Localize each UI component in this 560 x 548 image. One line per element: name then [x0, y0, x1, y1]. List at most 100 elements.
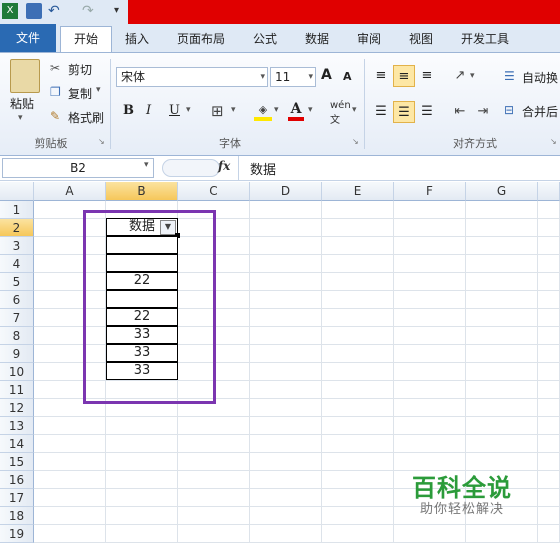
grid-cell[interactable]: [322, 381, 394, 399]
row-header-13[interactable]: 13: [0, 417, 34, 435]
tab-file[interactable]: 文件: [0, 24, 56, 52]
grid-cell[interactable]: [466, 201, 538, 219]
tab-developer[interactable]: 开发工具: [452, 28, 518, 50]
tab-home[interactable]: 开始: [60, 26, 112, 53]
grid-cell[interactable]: [538, 255, 560, 273]
grid-cell[interactable]: [538, 471, 560, 489]
formula-input[interactable]: 数据: [250, 159, 276, 178]
row-header-1[interactable]: 1: [0, 201, 34, 219]
grid-cell[interactable]: [466, 219, 538, 237]
grid-cell[interactable]: [178, 507, 250, 525]
grid-cell[interactable]: [466, 273, 538, 291]
fill-color-icon[interactable]: ◈: [254, 103, 272, 121]
grid-cell[interactable]: [394, 273, 466, 291]
grid-cell[interactable]: [178, 435, 250, 453]
grid-cell[interactable]: [394, 291, 466, 309]
fill-dropdown-icon[interactable]: ▾: [274, 105, 279, 115]
grid-cell[interactable]: [34, 471, 106, 489]
name-box[interactable]: B2: [2, 158, 154, 178]
font-color-dropdown-icon[interactable]: ▾: [308, 105, 313, 115]
row-header-3[interactable]: 3: [0, 237, 34, 255]
wrap-text-button[interactable]: 自动换: [522, 69, 558, 86]
grid-cell[interactable]: [250, 399, 322, 417]
copy-button[interactable]: 复制: [68, 85, 92, 102]
font-launcher-icon[interactable]: ↘: [352, 137, 359, 146]
grid-cell[interactable]: [250, 525, 322, 543]
chevron-down-icon[interactable]: ▾: [308, 68, 313, 86]
row-header-14[interactable]: 14: [0, 435, 34, 453]
grid-cell[interactable]: [322, 453, 394, 471]
grid-cell[interactable]: [322, 309, 394, 327]
grid-cell[interactable]: [538, 219, 560, 237]
grid-cell[interactable]: [538, 309, 560, 327]
grid-cell[interactable]: [250, 417, 322, 435]
grid-cell[interactable]: [322, 507, 394, 525]
grid-cell[interactable]: [538, 399, 560, 417]
row-header-17[interactable]: 17: [0, 489, 34, 507]
grid-cell[interactable]: [322, 525, 394, 543]
grid-cell[interactable]: [178, 453, 250, 471]
grid-cell[interactable]: [538, 525, 560, 543]
grid-cell[interactable]: [538, 489, 560, 507]
grid-cell[interactable]: [322, 489, 394, 507]
format-painter-button[interactable]: 格式刷: [68, 109, 104, 126]
grid-cell[interactable]: [394, 201, 466, 219]
grid-cell[interactable]: [538, 453, 560, 471]
grid-cell[interactable]: [250, 489, 322, 507]
row-header-6[interactable]: 6: [0, 291, 34, 309]
grid-cell[interactable]: [466, 327, 538, 345]
row-header-2[interactable]: 2: [0, 219, 34, 237]
grid-cell[interactable]: [34, 507, 106, 525]
row-header-12[interactable]: 12: [0, 399, 34, 417]
grid-cell[interactable]: [34, 435, 106, 453]
copy-dropdown-icon[interactable]: ▾: [96, 85, 101, 95]
grid-cell[interactable]: [250, 201, 322, 219]
grid-cell[interactable]: [178, 471, 250, 489]
cut-button[interactable]: 剪切: [68, 61, 92, 78]
grid-cell[interactable]: [466, 435, 538, 453]
grid-cell[interactable]: [466, 291, 538, 309]
grid-cell[interactable]: [466, 381, 538, 399]
tab-page-layout[interactable]: 页面布局: [170, 28, 232, 50]
italic-button[interactable]: I: [146, 103, 151, 118]
grid-cell[interactable]: [466, 399, 538, 417]
align-middle-icon[interactable]: ≡: [393, 65, 415, 87]
grid-cell[interactable]: [466, 237, 538, 255]
grid-cell[interactable]: [322, 399, 394, 417]
border-dropdown-icon[interactable]: ▾: [231, 105, 236, 115]
tab-review[interactable]: 审阅: [350, 28, 388, 50]
grid-cell[interactable]: [322, 435, 394, 453]
grid-cell[interactable]: [250, 309, 322, 327]
grid-cell[interactable]: [322, 327, 394, 345]
grid-cell[interactable]: [394, 255, 466, 273]
grid-cell[interactable]: [250, 471, 322, 489]
grid-cell[interactable]: [106, 471, 178, 489]
bold-button[interactable]: B: [123, 103, 134, 118]
grid-cell[interactable]: [250, 327, 322, 345]
font-size-combo[interactable]: 11 ▾: [270, 67, 316, 87]
grid-cell[interactable]: [250, 273, 322, 291]
paste-dropdown-icon[interactable]: ▾: [18, 113, 23, 123]
font-color-icon[interactable]: A: [288, 101, 304, 121]
font-name-combo[interactable]: 宋体 ▾: [116, 67, 268, 87]
phonetic-icon[interactable]: wén 文: [330, 100, 351, 126]
grid-cell[interactable]: [322, 273, 394, 291]
undo-icon[interactable]: ↶: [48, 3, 64, 19]
orientation-icon[interactable]: ↗: [449, 65, 471, 87]
grid-cell[interactable]: [34, 489, 106, 507]
grid-cell[interactable]: [538, 237, 560, 255]
row-header-8[interactable]: 8: [0, 327, 34, 345]
grid-cell[interactable]: [538, 381, 560, 399]
grid-cell[interactable]: [178, 417, 250, 435]
grid-cell[interactable]: [250, 345, 322, 363]
tab-insert[interactable]: 插入: [118, 28, 156, 50]
grid-cell[interactable]: [466, 345, 538, 363]
grid-cell[interactable]: [178, 489, 250, 507]
row-header-16[interactable]: 16: [0, 471, 34, 489]
grid-cell[interactable]: [322, 291, 394, 309]
grid-cell[interactable]: [538, 201, 560, 219]
grid-cell[interactable]: [394, 237, 466, 255]
excel-logo-icon[interactable]: X: [2, 3, 18, 19]
grid-cell[interactable]: [250, 381, 322, 399]
grid-cell[interactable]: [394, 327, 466, 345]
